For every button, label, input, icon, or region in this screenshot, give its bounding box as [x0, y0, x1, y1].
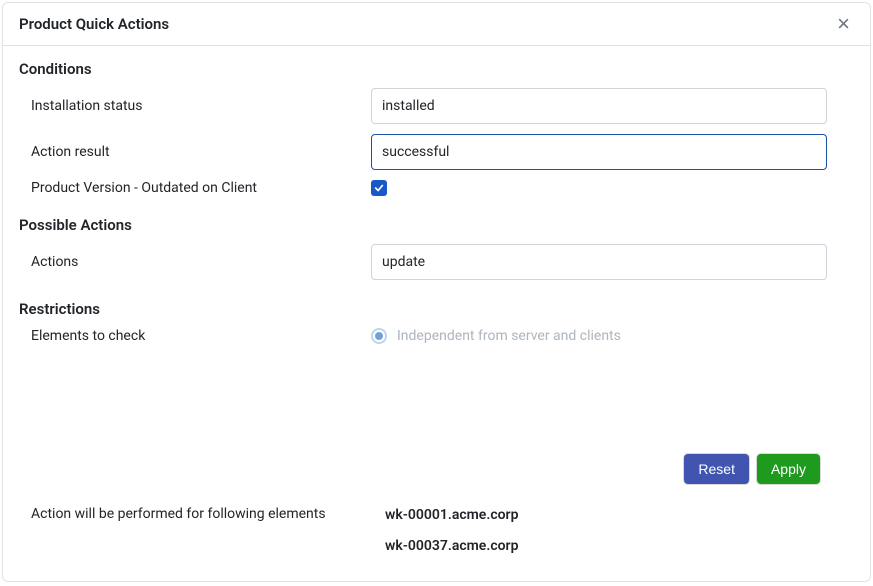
panel-title: Product Quick Actions	[19, 15, 169, 33]
row-action-result: Action result successful	[19, 134, 854, 170]
row-elements-check: Elements to check Independent from serve…	[19, 328, 854, 344]
summary-item: wk-00037.acme.corp	[385, 535, 854, 557]
close-button[interactable]: ×	[833, 13, 854, 35]
section-actions-heading: Possible Actions	[19, 216, 854, 234]
close-icon: ×	[837, 11, 850, 36]
radio-independent[interactable]	[371, 328, 387, 344]
section-conditions-heading: Conditions	[19, 60, 854, 78]
actions-label: Actions	[19, 254, 371, 270]
check-icon	[374, 183, 384, 193]
outdated-checkbox[interactable]	[371, 180, 387, 196]
quick-actions-panel: Product Quick Actions × Conditions Insta…	[2, 2, 871, 582]
radio-independent-label: Independent from server and clients	[397, 328, 621, 344]
row-actions: Actions update	[19, 244, 854, 280]
section-restrictions-heading: Restrictions	[19, 300, 854, 318]
radio-independent-row: Independent from server and clients	[371, 328, 827, 344]
action-result-value: successful	[382, 144, 449, 160]
row-outdated: Product Version - Outdated on Client	[19, 180, 854, 196]
elements-check-label: Elements to check	[19, 328, 371, 344]
actions-select[interactable]: update	[371, 244, 827, 280]
install-status-value: installed	[382, 98, 435, 114]
summary-label: Action will be performed for following e…	[19, 504, 371, 525]
action-result-select[interactable]: successful	[371, 134, 827, 170]
radio-dot-icon	[375, 332, 383, 340]
install-status-label: Installation status	[19, 98, 371, 114]
install-status-select[interactable]: installed	[371, 88, 827, 124]
summary-item: wk-00001.acme.corp	[385, 504, 854, 526]
row-install-status: Installation status installed	[19, 88, 854, 124]
reset-button[interactable]: Reset	[684, 454, 749, 484]
summary-row: Action will be performed for following e…	[19, 504, 854, 565]
button-row: Reset Apply	[19, 454, 854, 484]
panel-header: Product Quick Actions ×	[3, 3, 870, 46]
summary-list: wk-00001.acme.corp wk-00037.acme.corp	[371, 504, 854, 565]
action-result-label: Action result	[19, 144, 371, 160]
outdated-label: Product Version - Outdated on Client	[19, 180, 371, 196]
actions-value: update	[382, 254, 425, 270]
panel-body: Conditions Installation status installed…	[3, 46, 870, 581]
apply-button[interactable]: Apply	[757, 454, 820, 484]
